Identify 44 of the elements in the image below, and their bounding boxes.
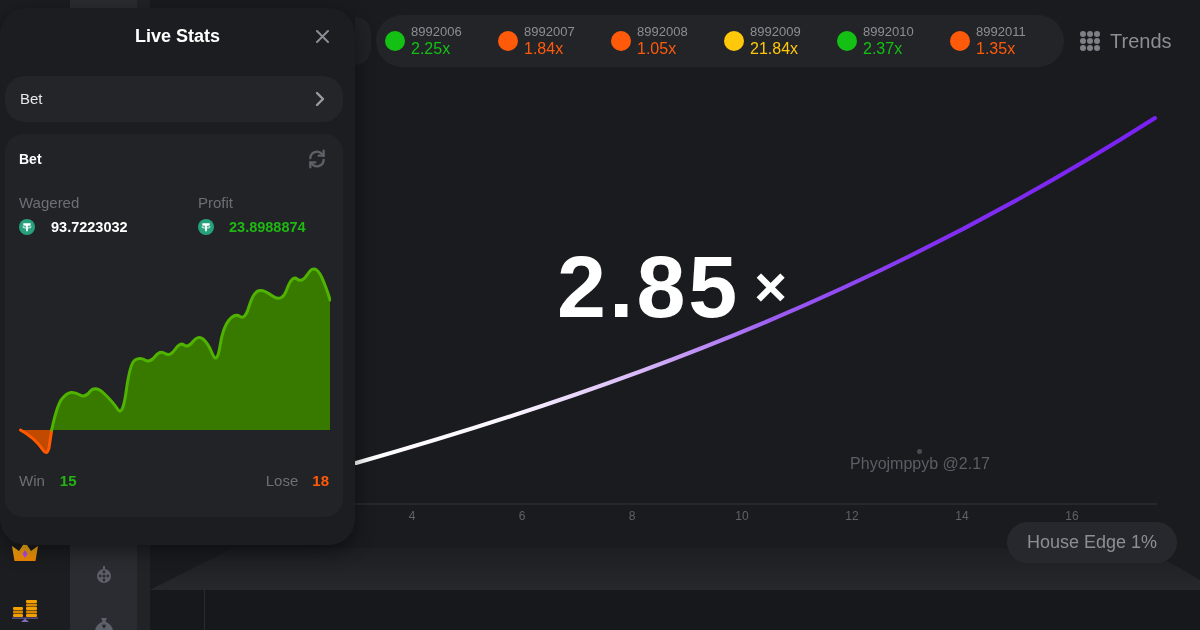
round-id: 8992009 bbox=[750, 24, 801, 40]
lose-label: Lose bbox=[265, 472, 299, 490]
round-id: 8992008 bbox=[637, 24, 688, 40]
win-label: Win bbox=[19, 472, 45, 490]
house-edge-badge: House Edge 1% bbox=[1007, 522, 1177, 563]
round-id: 8992010 bbox=[863, 24, 914, 40]
lose-count: 18 bbox=[312, 472, 329, 490]
profit-value: 23.8988874 bbox=[229, 218, 306, 236]
axis-tick-label: 12 bbox=[845, 509, 859, 523]
close-icon[interactable] bbox=[316, 29, 329, 43]
times-sign: × bbox=[754, 257, 787, 317]
axis-tick-label: 8 bbox=[628, 509, 636, 523]
trends-button[interactable]: Trends bbox=[1080, 29, 1172, 53]
player-marker-icon bbox=[917, 449, 923, 454]
round-multiplier: 1.35x bbox=[976, 40, 1017, 58]
round-multiplier: 2.25x bbox=[411, 40, 452, 58]
round-multiplier: 1.05x bbox=[637, 40, 678, 58]
chevron-right-icon bbox=[315, 91, 325, 107]
win-count: 15 bbox=[59, 472, 77, 490]
coin-icon bbox=[19, 219, 35, 235]
profit-label: Profit bbox=[198, 194, 234, 212]
wagered-label: Wagered bbox=[19, 194, 81, 212]
round-id: 8992007 bbox=[524, 24, 575, 40]
bet-selector[interactable]: Bet bbox=[5, 76, 343, 122]
axis-tick-label: 4 bbox=[408, 509, 416, 523]
player-cashout-label: Phyojmppyb @2.17 bbox=[850, 455, 990, 473]
wagered-value: 93.7223032 bbox=[51, 218, 128, 236]
round-id: 8992006 bbox=[411, 24, 462, 40]
axis-tick-label: 6 bbox=[518, 509, 526, 523]
refresh-icon[interactable] bbox=[307, 149, 327, 169]
coin-stack-icon[interactable] bbox=[12, 599, 38, 622]
round-multiplier: 1.84x bbox=[524, 40, 565, 58]
card-title: Bet bbox=[19, 150, 42, 168]
round-multiplier: 2.37x bbox=[863, 40, 904, 58]
round-id: 8992011 bbox=[976, 24, 1026, 40]
axis-tick-label: 16 bbox=[1065, 509, 1079, 523]
multiplier-value: 2.85 bbox=[557, 237, 741, 337]
crown-icon[interactable] bbox=[12, 542, 38, 561]
panel-title: Live Stats bbox=[134, 25, 220, 47]
grid-icon bbox=[1080, 31, 1100, 51]
round-multiplier: 21.84x bbox=[750, 40, 800, 58]
axis-tick-label: 10 bbox=[735, 509, 749, 523]
axis-tick-label: 14 bbox=[955, 509, 969, 523]
coin-icon bbox=[198, 219, 214, 235]
